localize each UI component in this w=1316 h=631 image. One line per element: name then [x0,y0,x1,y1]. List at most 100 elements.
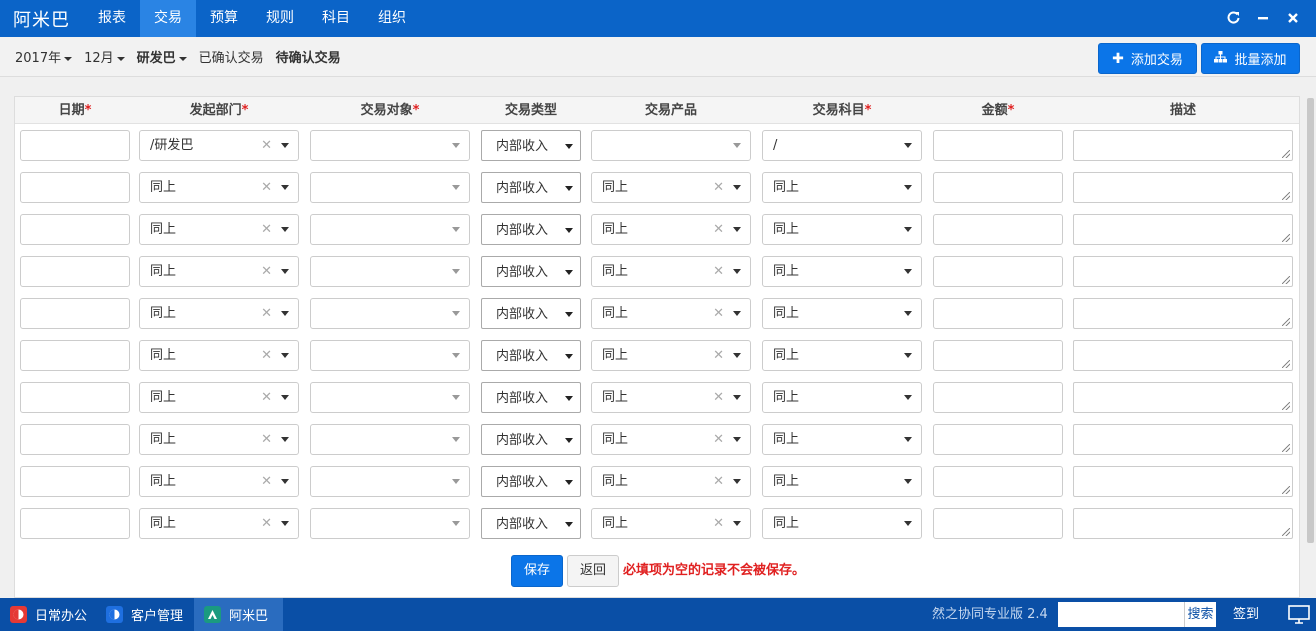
type-select[interactable]: 内部收入 [481,256,581,287]
clear-icon[interactable]: ✕ [713,509,724,538]
dept-select[interactable]: 同上 ✕ [139,214,299,245]
type-select[interactable]: 内部收入 [481,130,581,161]
task-customer-management[interactable]: 客户管理 [96,598,192,631]
date-input[interactable] [20,508,130,539]
counterparty-select[interactable] [310,424,470,455]
subject-select[interactable]: 同上 [762,298,922,329]
resize-handle-icon[interactable] [1282,276,1290,284]
nav-item-transactions[interactable]: 交易 [140,0,196,37]
clear-icon[interactable]: ✕ [261,341,272,370]
description-textarea[interactable] [1073,466,1293,497]
dept-select[interactable]: 同上 ✕ [139,298,299,329]
amount-input[interactable] [933,508,1063,539]
clear-icon[interactable]: ✕ [713,467,724,496]
type-select[interactable]: 内部收入 [481,298,581,329]
counterparty-select[interactable] [310,382,470,413]
date-input[interactable] [20,298,130,329]
clear-icon[interactable]: ✕ [261,131,272,160]
close-icon[interactable] [1278,10,1308,28]
nav-item-rules[interactable]: 规则 [252,0,308,37]
desktop-icon[interactable] [1288,605,1310,624]
product-select[interactable]: 同上 ✕ [591,508,751,539]
clear-icon[interactable]: ✕ [261,215,272,244]
nav-item-organization[interactable]: 组织 [364,0,420,37]
dept-select[interactable]: 同上 ✕ [139,340,299,371]
description-textarea[interactable] [1073,172,1293,203]
amount-input[interactable] [933,340,1063,371]
dept-select[interactable]: 同上 ✕ [139,508,299,539]
nav-item-subjects[interactable]: 科目 [308,0,364,37]
description-textarea[interactable] [1073,256,1293,287]
clear-icon[interactable]: ✕ [261,299,272,328]
month-filter[interactable]: 12月 [84,47,125,66]
counterparty-select[interactable] [310,130,470,161]
add-transaction-button[interactable]: ✚ 添加交易 [1098,43,1197,74]
nav-item-budget[interactable]: 预算 [196,0,252,37]
description-textarea[interactable] [1073,130,1293,161]
amount-input[interactable] [933,172,1063,203]
back-button[interactable]: 返回 [567,555,619,587]
dept-select[interactable]: 同上 ✕ [139,382,299,413]
date-input[interactable] [20,382,130,413]
counterparty-select[interactable] [310,172,470,203]
description-textarea[interactable] [1073,340,1293,371]
amount-input[interactable] [933,130,1063,161]
dept-select[interactable]: 同上 ✕ [139,466,299,497]
counterparty-select[interactable] [310,508,470,539]
product-select[interactable]: 同上 ✕ [591,424,751,455]
clear-icon[interactable]: ✕ [261,467,272,496]
resize-handle-icon[interactable] [1282,402,1290,410]
amount-input[interactable] [933,298,1063,329]
description-textarea[interactable] [1073,214,1293,245]
product-select[interactable]: 同上 ✕ [591,298,751,329]
product-select[interactable]: 同上 ✕ [591,256,751,287]
subject-select[interactable]: 同上 [762,340,922,371]
resize-handle-icon[interactable] [1282,444,1290,452]
product-select[interactable]: 同上 ✕ [591,172,751,203]
task-daily-office[interactable]: 日常办公 [0,598,93,631]
taskbar-search-input[interactable] [1058,602,1184,627]
subject-select[interactable]: 同上 [762,466,922,497]
clear-icon[interactable]: ✕ [261,383,272,412]
date-input[interactable] [20,130,130,161]
date-input[interactable] [20,214,130,245]
date-input[interactable] [20,256,130,287]
type-select[interactable]: 内部收入 [481,466,581,497]
description-textarea[interactable] [1073,424,1293,455]
resize-handle-icon[interactable] [1282,150,1290,158]
date-input[interactable] [20,340,130,371]
dept-filter[interactable]: 研发巴 [137,47,187,66]
clear-icon[interactable]: ✕ [713,425,724,454]
subject-select[interactable]: 同上 [762,382,922,413]
clear-icon[interactable]: ✕ [713,299,724,328]
type-select[interactable]: 内部收入 [481,172,581,203]
dept-select[interactable]: 同上 ✕ [139,256,299,287]
clear-icon[interactable]: ✕ [261,173,272,202]
description-textarea[interactable] [1073,382,1293,413]
amount-input[interactable] [933,424,1063,455]
type-select[interactable]: 内部收入 [481,340,581,371]
resize-handle-icon[interactable] [1282,360,1290,368]
clear-icon[interactable]: ✕ [713,341,724,370]
counterparty-select[interactable] [310,256,470,287]
description-textarea[interactable] [1073,508,1293,539]
counterparty-select[interactable] [310,298,470,329]
clear-icon[interactable]: ✕ [261,257,272,286]
resize-handle-icon[interactable] [1282,486,1290,494]
subject-select[interactable]: 同上 [762,508,922,539]
pending-transactions-link[interactable]: 待确认交易 [276,47,341,66]
subject-select[interactable]: 同上 [762,172,922,203]
type-select[interactable]: 内部收入 [481,508,581,539]
type-select[interactable]: 内部收入 [481,382,581,413]
minimize-icon[interactable] [1248,10,1278,28]
subject-select[interactable]: / [762,130,922,161]
clear-icon[interactable]: ✕ [713,383,724,412]
refresh-icon[interactable] [1218,10,1248,28]
dept-select[interactable]: 同上 ✕ [139,172,299,203]
scrollbar-thumb[interactable] [1307,98,1314,543]
confirmed-transactions-link[interactable]: 已确认交易 [199,47,264,66]
sign-in-button[interactable]: 签到 [1233,598,1259,631]
resize-handle-icon[interactable] [1282,528,1290,536]
product-select[interactable]: 同上 ✕ [591,214,751,245]
type-select[interactable]: 内部收入 [481,214,581,245]
